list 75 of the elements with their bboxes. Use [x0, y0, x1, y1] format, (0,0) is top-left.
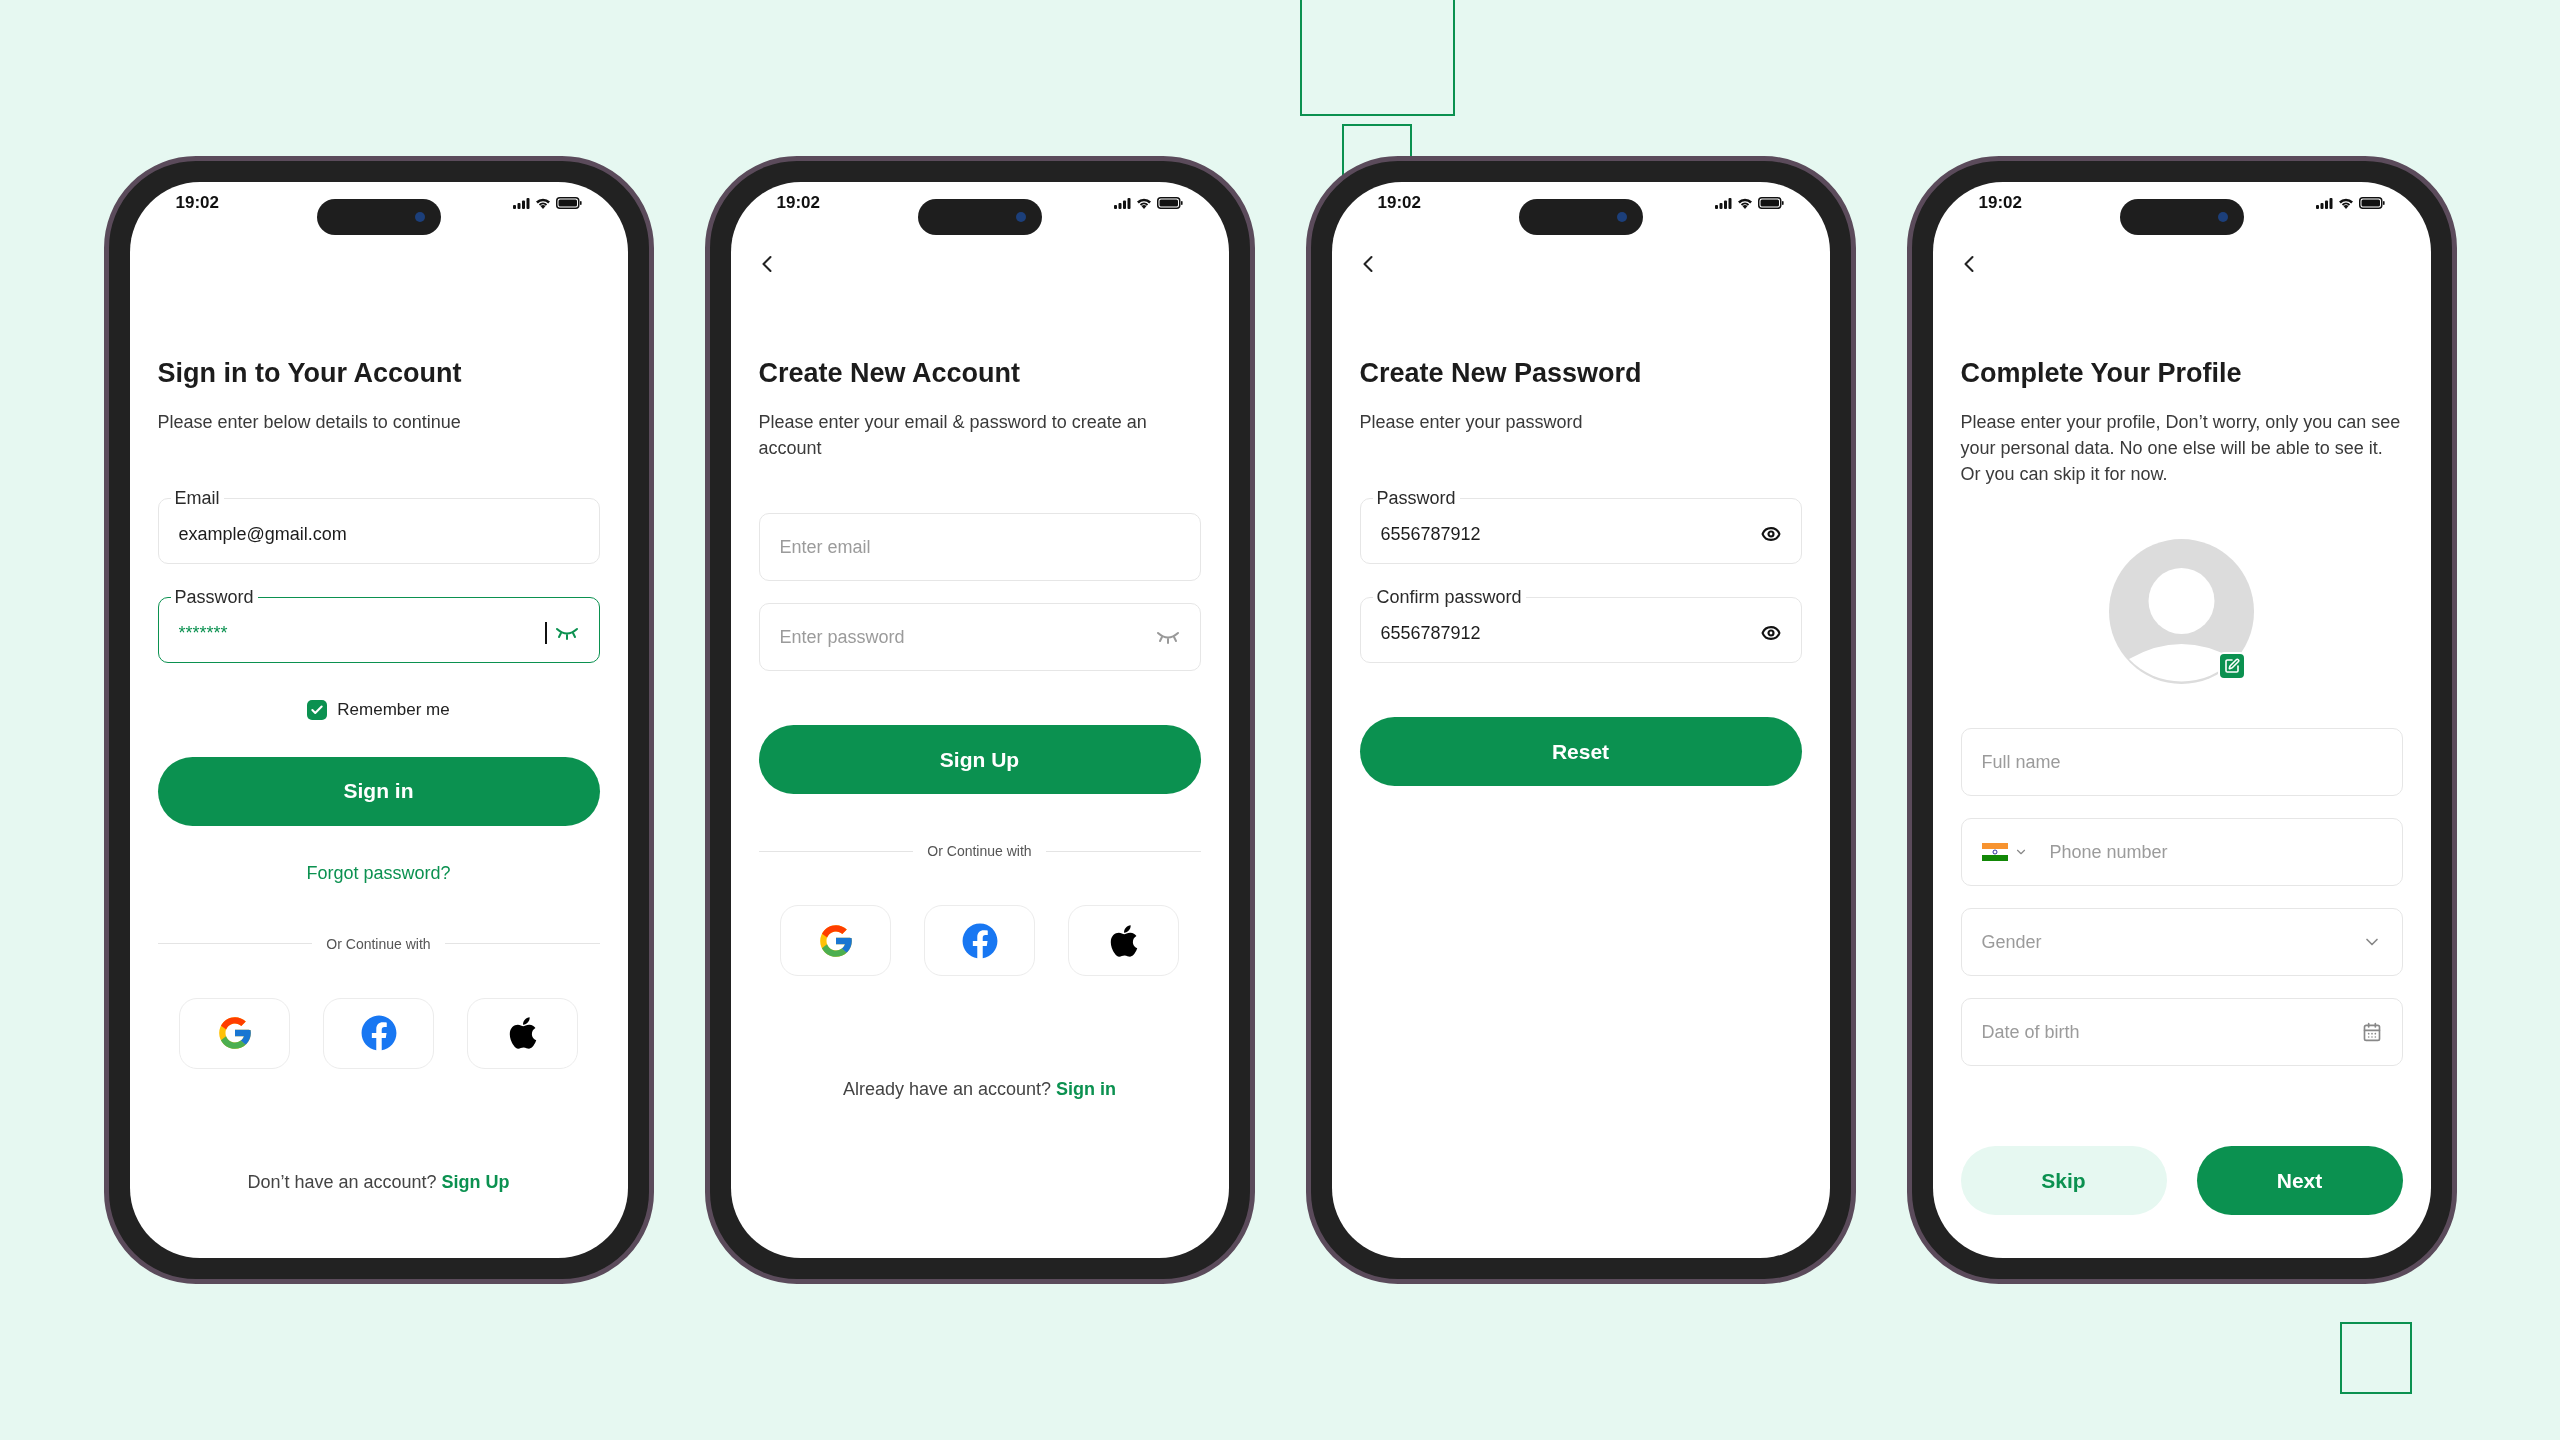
wifi-icon — [2337, 197, 2354, 209]
flag-icon — [1981, 843, 2008, 861]
text-input[interactable]: Enter password — [779, 623, 1148, 651]
eye-closed-icon[interactable] — [1155, 630, 1180, 644]
input-field[interactable]: Enter password — [758, 603, 1201, 671]
text-input[interactable]: Full name — [1981, 748, 2382, 776]
wifi-icon — [534, 197, 551, 209]
text-input[interactable]: 6556787912 — [1380, 520, 1753, 548]
eye-icon[interactable] — [1760, 623, 1781, 643]
country-selector[interactable] — [1981, 843, 2028, 861]
text-input[interactable]: ******* — [178, 619, 537, 647]
account-link[interactable]: Sign in — [1056, 1079, 1117, 1099]
edit-badge[interactable] — [2218, 652, 2246, 680]
social-login-button[interactable] — [467, 997, 578, 1069]
battery-icon — [555, 197, 582, 209]
avatar-placeholder-drawing[interactable] — [2109, 539, 2254, 684]
text-cursor — [544, 622, 547, 644]
divider-label: Or Continue with — [927, 842, 1032, 860]
battery-icon — [1757, 197, 1784, 209]
screen-title: Create New Account — [758, 357, 1022, 389]
input-field[interactable]: Gender — [1960, 908, 2403, 976]
text-input[interactable]: Enter email — [779, 533, 1180, 561]
f-logo-icon — [961, 922, 998, 959]
screen-title: Complete Your Profile — [1960, 357, 2243, 389]
checkbox-label: Remember me — [337, 699, 450, 721]
secondary-button[interactable]: Skip — [1960, 1146, 2167, 1215]
battery-icon — [1156, 197, 1183, 209]
screen-title: Create New Password — [1359, 357, 1643, 389]
screen-subtitle: Please enter your email & password to create an account — [758, 411, 1148, 460]
wifi-icon — [1736, 197, 1753, 209]
forgot-password-link[interactable]: Forgot password? — [306, 859, 451, 887]
text-input[interactable]: Gender — [1981, 928, 2354, 956]
eye-icon[interactable] — [1760, 524, 1781, 544]
account-prompt: Already have an account? Sign in — [841, 1078, 1118, 1101]
account-prompt: Don’t have an account? Sign Up — [246, 1170, 511, 1194]
pencil-icon — [2224, 658, 2240, 674]
calendar-icon[interactable] — [2361, 1022, 2382, 1042]
social-login-button[interactable] — [1068, 905, 1179, 976]
decor-frame — [2340, 1322, 2412, 1394]
f-logo-icon — [360, 1015, 397, 1051]
checkbox[interactable] — [307, 699, 328, 720]
status-time: 19:02 — [776, 192, 820, 214]
divider-label: Or Continue with — [326, 934, 431, 953]
text-input[interactable]: 6556787912 — [1380, 619, 1753, 647]
input-field[interactable]: Phone number — [1960, 818, 2403, 886]
camera-lens-icon — [2217, 212, 2228, 222]
status-time: 19:02 — [1377, 192, 1421, 214]
screen-subtitle: Please enter below details to continue — [157, 411, 462, 434]
signal-icon — [512, 197, 530, 209]
signal-icon — [2315, 197, 2333, 209]
battery-icon — [2358, 197, 2385, 209]
primary-button[interactable]: Next — [2196, 1146, 2403, 1215]
input-field[interactable]: Enter email — [758, 513, 1201, 581]
camera-lens-icon — [1015, 212, 1026, 222]
screen-subtitle: Please enter your password — [1359, 411, 1584, 434]
camera-lens-icon — [1616, 212, 1627, 222]
status-time: 19:02 — [1978, 192, 2022, 214]
check-icon — [310, 702, 325, 717]
input-field[interactable]: Full name — [1960, 728, 2403, 796]
account-link[interactable]: Sign Up — [441, 1171, 510, 1192]
primary-button[interactable]: Reset — [1359, 717, 1802, 786]
wifi-icon — [1135, 197, 1152, 209]
text-input[interactable]: Phone number — [2049, 838, 2382, 866]
input-field[interactable]: Date of birth — [1960, 998, 2403, 1066]
camera-lens-icon — [414, 212, 425, 222]
signal-icon — [1113, 197, 1131, 209]
text-input[interactable]: example@gmail.com — [178, 520, 579, 548]
status-time: 19:02 — [175, 192, 219, 214]
primary-button[interactable]: Sign Up — [758, 725, 1201, 794]
primary-button[interactable]: Sign in — [157, 756, 600, 826]
screen-title: Sign in to Your Account — [157, 357, 463, 389]
text-input[interactable]: Date of birth — [1981, 1018, 2354, 1046]
eye-closed-icon[interactable] — [554, 626, 579, 640]
screen-subtitle: Please enter your profile, Don’t worry, only you can see your personal data. No one else will be able to see it. Or you can skip it for now. — [1960, 411, 2402, 486]
signal-icon — [1714, 197, 1732, 209]
